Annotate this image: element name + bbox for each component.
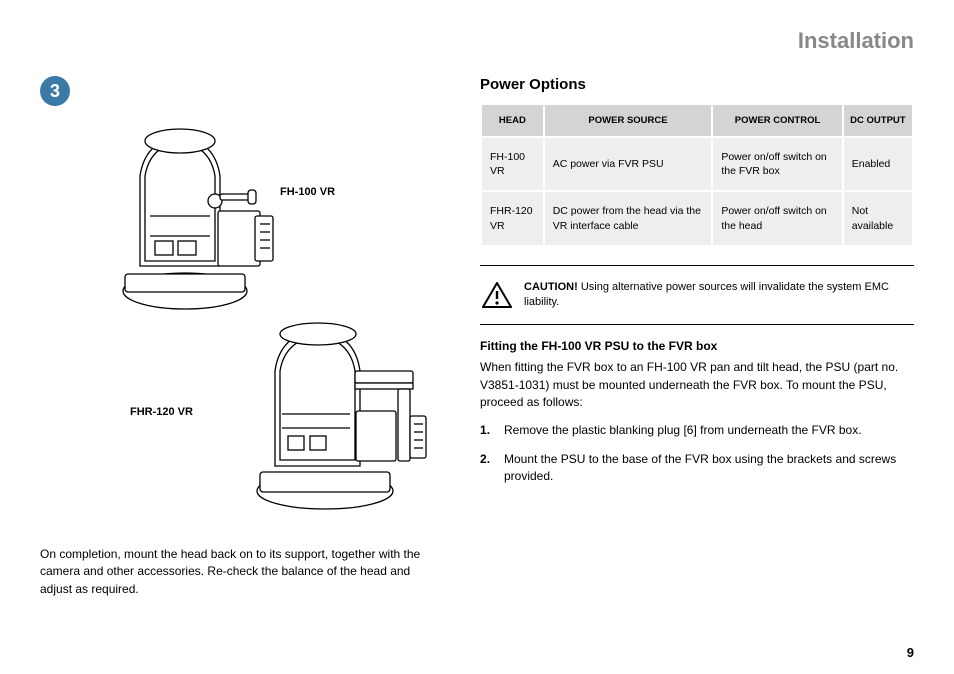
caution-block: CAUTION! Using alternative power sources… [480,280,914,311]
th-power-source: POWER SOURCE [544,104,713,137]
th-power-control: POWER CONTROL [712,104,842,137]
table-cell: Power on/off switch on the head [712,191,842,245]
table-cell: DC power from the head via the VR interf… [544,191,713,245]
table-cell: FH-100 VR [481,137,544,191]
left-column: 3 [40,76,440,598]
page-number: 9 [907,645,914,660]
right-column: Power Options HEAD POWER SOURCE POWER CO… [480,76,914,598]
table-header-row: HEAD POWER SOURCE POWER CONTROL DC OUTPU… [481,104,913,137]
divider [480,324,914,325]
th-head: HEAD [481,104,544,137]
warning-icon [482,282,512,308]
diagram-area: FH-100 VR [40,116,440,536]
device-illustration-fhr120 [230,316,440,526]
caution-body: Using alternative power sources will inv… [524,281,889,308]
diagram-label-fhr120: FHR-120 VR [130,406,193,418]
th-dc-output: DC OUTPUT [843,104,913,137]
caution-text: CAUTION! Using alternative power sources… [524,280,912,311]
steps-list: Remove the plastic blanking plug [6] fro… [480,422,914,486]
diagram-label-fh100: FH-100 VR [280,186,335,198]
table-cell: Enabled [843,137,913,191]
body-text: When fitting the FVR box to an FH-100 VR… [480,359,914,411]
table-row: FH-100 VR AC power via FVR PSU Power on/… [481,137,913,191]
caution-label: CAUTION! [524,281,578,293]
list-item: Remove the plastic blanking plug [6] fro… [480,422,914,439]
table-cell: Power on/off switch on the FVR box [712,137,842,191]
completion-note: On completion, mount the head back on to… [40,546,440,598]
power-options-table: HEAD POWER SOURCE POWER CONTROL DC OUTPU… [480,103,914,247]
list-item: Mount the PSU to the base of the FVR box… [480,451,914,486]
content-columns: 3 [40,76,914,598]
table-row: FHR-120 VR DC power from the head via th… [481,191,913,245]
step-badge: 3 [40,76,70,106]
table-cell: Not available [843,191,913,245]
table-cell: AC power via FVR PSU [544,137,713,191]
device-illustration-fh100 [100,116,290,326]
section-heading-power-options: Power Options [480,76,914,93]
divider [480,265,914,266]
table-cell: FHR-120 VR [481,191,544,245]
sub-heading-fitting-psu: Fitting the FH-100 VR PSU to the FVR box [480,339,914,353]
page-title: Installation [40,28,914,54]
